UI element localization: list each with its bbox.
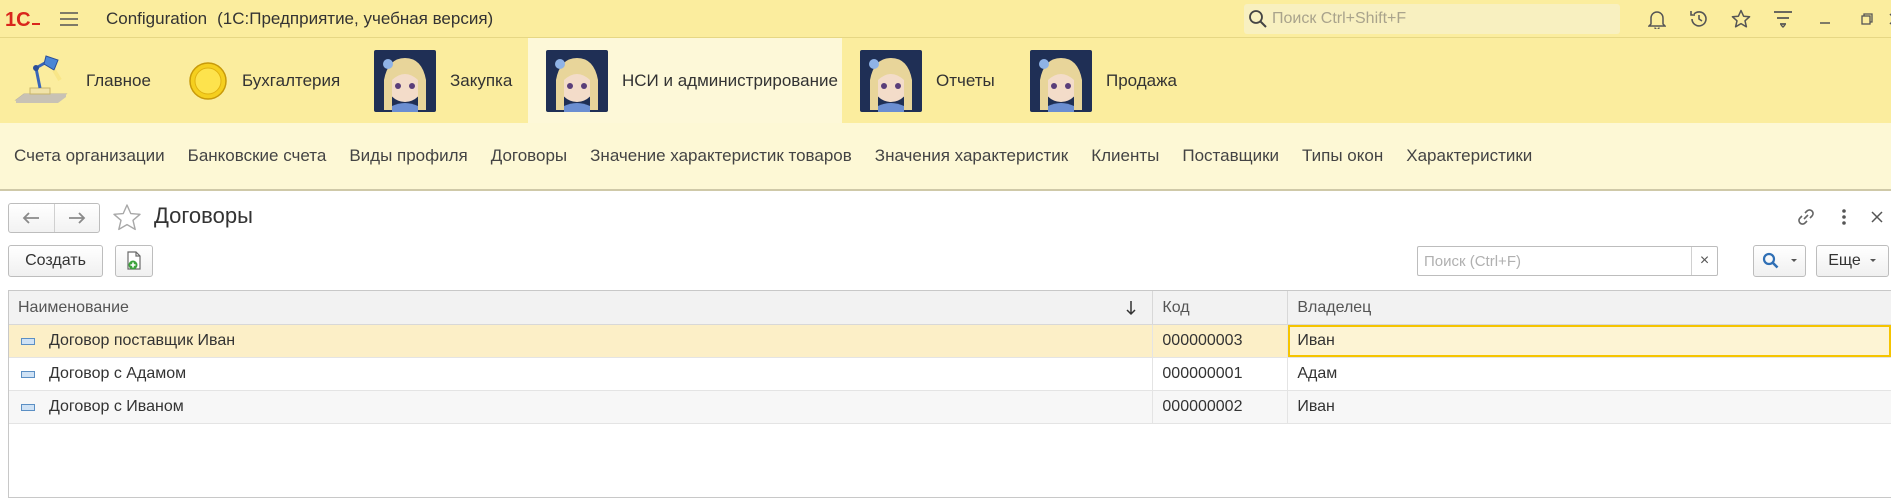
arrow-left-icon xyxy=(23,212,40,224)
minimize-icon[interactable] xyxy=(1804,0,1846,38)
favorites-star-icon[interactable] xyxy=(1720,0,1762,38)
more-button[interactable]: Еще xyxy=(1816,245,1889,277)
catalog-item-icon xyxy=(21,370,35,378)
restore-icon[interactable] xyxy=(1846,0,1888,38)
anime-avatar-image xyxy=(860,49,922,112)
link-icon[interactable] xyxy=(1787,200,1825,234)
cmd-window-types[interactable]: Типы окон xyxy=(1302,146,1383,166)
global-search-input[interactable]: Поиск Ctrl+Shift+F xyxy=(1244,4,1620,34)
copy-document-icon xyxy=(127,251,141,270)
sort-descending-icon xyxy=(1126,301,1136,316)
section-accounting[interactable]: Бухгалтерия xyxy=(188,38,348,123)
history-icon[interactable] xyxy=(1678,0,1720,38)
app-name: Configuration xyxy=(106,8,208,28)
column-header-owner[interactable]: Владелец xyxy=(1288,291,1891,324)
desk-lamp-icon xyxy=(10,50,72,112)
forward-button[interactable] xyxy=(53,204,99,232)
window-title: Configuration (1С:Предприятие, учебная ве… xyxy=(106,9,493,29)
section-label: Бухгалтерия xyxy=(242,70,341,90)
column-header-code[interactable]: Код xyxy=(1153,291,1289,324)
cell-owner: Адам xyxy=(1297,365,1338,382)
create-button-label: Создать xyxy=(25,252,86,269)
more-button-label: Еще xyxy=(1828,252,1861,269)
1c-logo[interactable]: 1С xyxy=(0,0,46,38)
cmd-goods-characteristic-values[interactable]: Значение характеристик товаров xyxy=(590,146,852,166)
cell-owner[interactable]: Иван xyxy=(1288,325,1891,357)
history-nav xyxy=(8,203,100,233)
arrow-right-icon xyxy=(68,212,86,224)
cell-text: Договор с Адамом xyxy=(49,365,187,382)
clear-label: × xyxy=(1699,252,1710,269)
search-icon xyxy=(1249,10,1267,28)
svg-text:1С: 1С xyxy=(5,9,31,30)
list-search-field: × xyxy=(1417,246,1718,276)
copy-button[interactable] xyxy=(115,245,153,277)
table-row[interactable]: Договор поставщик Иван 000000003 Иван xyxy=(9,325,1891,358)
back-button[interactable] xyxy=(9,204,54,232)
section-label: Закупка xyxy=(450,70,513,90)
table-row[interactable]: Договор с Иваном 000000002 Иван xyxy=(9,391,1891,424)
cmd-suppliers[interactable]: Поставщики xyxy=(1182,146,1279,166)
cmd-contracts[interactable]: Договоры xyxy=(491,146,567,166)
commands-bar: Счета организации Банковские счета Виды … xyxy=(0,123,1891,191)
cell-code: 000000002 xyxy=(1153,391,1289,423)
page-title: Договоры xyxy=(154,203,253,228)
section-reports[interactable]: Отчеты xyxy=(860,38,1010,123)
anime-avatar-image xyxy=(374,49,436,112)
search-options-button[interactable] xyxy=(1753,245,1806,277)
section-purchases[interactable]: Закупка xyxy=(374,38,534,123)
anime-avatar-image xyxy=(546,49,608,112)
cell-owner: Иван xyxy=(1297,398,1335,415)
cmd-bank-accounts[interactable]: Банковские счета xyxy=(188,146,327,166)
more-vertical-icon[interactable] xyxy=(1825,200,1863,234)
cell-text: Договор с Иваном xyxy=(49,398,184,415)
contracts-table: Наименование Код Владелец Договор постав… xyxy=(8,290,1891,498)
chevron-down-icon xyxy=(1790,259,1797,262)
section-label: Продажа xyxy=(1106,70,1177,90)
cmd-org-accounts[interactable]: Счета организации xyxy=(14,146,165,166)
cell-name: Договор с Адамом xyxy=(9,358,1154,390)
catalog-item-icon xyxy=(21,337,35,345)
app-subtitle: (1С:Предприятие, учебная версия) xyxy=(217,8,494,28)
section-sales[interactable]: Продажа xyxy=(1030,38,1190,123)
menu-icon[interactable] xyxy=(56,0,82,38)
cmd-clients[interactable]: Клиенты xyxy=(1091,146,1159,166)
table-row[interactable]: Договор с Адамом 000000001 Адам xyxy=(9,358,1891,391)
list-search-input[interactable] xyxy=(1424,252,1686,270)
global-search-placeholder: Поиск Ctrl+Shift+F xyxy=(1272,10,1407,27)
coin-icon xyxy=(188,50,228,112)
column-title: Владелец xyxy=(1297,298,1372,316)
section-label: Главное xyxy=(86,70,151,90)
cmd-profile-types[interactable]: Виды профиля xyxy=(349,146,467,166)
cell-code: 000000003 xyxy=(1153,325,1289,357)
column-header-name[interactable]: Наименование xyxy=(9,291,1154,324)
anime-avatar-image xyxy=(1030,49,1092,112)
cell-code: 000000001 xyxy=(1153,358,1289,390)
column-title: Наименование xyxy=(18,298,129,316)
clear-search-button[interactable]: × xyxy=(1691,247,1717,275)
cell-text: Договор поставщик Иван xyxy=(49,332,236,349)
add-favorite-star-icon[interactable] xyxy=(112,203,142,238)
sections-panel: Главное Бухгалтерия Закупка НСИ и админи… xyxy=(0,38,1891,123)
cell-name: Договор с Иваном xyxy=(9,391,1154,423)
section-label: Отчеты xyxy=(936,70,995,90)
section-label: НСИ и администрирование xyxy=(622,70,838,90)
cmd-characteristics[interactable]: Характеристики xyxy=(1406,146,1532,166)
table-header: Наименование Код Владелец xyxy=(9,291,1891,325)
catalog-item-icon xyxy=(21,403,35,411)
search-icon xyxy=(1762,252,1778,269)
section-main[interactable]: Главное xyxy=(10,38,160,123)
close-form-icon[interactable] xyxy=(1863,200,1891,234)
filter-funnel-icon[interactable] xyxy=(1762,0,1804,38)
cell-name: Договор поставщик Иван xyxy=(9,325,1154,357)
create-button[interactable]: Создать xyxy=(8,245,103,277)
chevron-down-icon xyxy=(1869,259,1876,262)
title-bar: 1С Configuration (1С:Предприятие, учебная… xyxy=(0,0,1891,38)
section-nsi-admin[interactable]: НСИ и администрирование xyxy=(528,38,842,123)
bell-icon[interactable] xyxy=(1636,0,1678,38)
column-title: Код xyxy=(1162,298,1190,316)
cmd-characteristic-values[interactable]: Значения характеристик xyxy=(875,146,1068,166)
